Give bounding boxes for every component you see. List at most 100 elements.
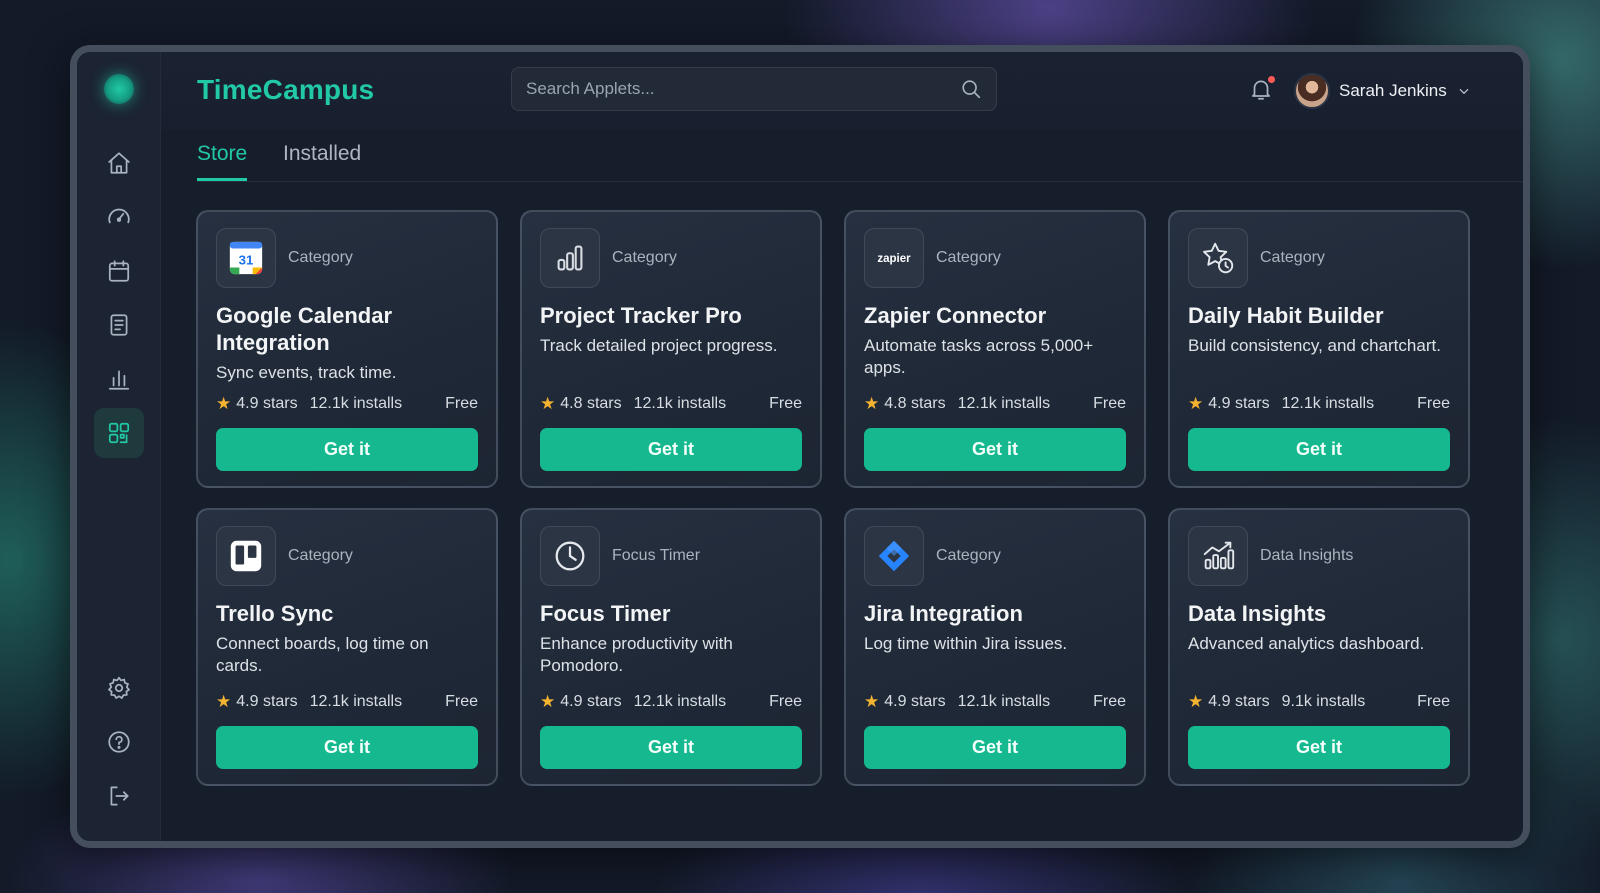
applet-card: zapier Category Zapier Connector Automat…	[844, 210, 1146, 488]
brand-title: TimeCampus	[197, 74, 375, 105]
home-icon	[107, 152, 130, 174]
main-content: TimeCampus Sarah Jenkins Store Installed	[161, 52, 1523, 841]
rating: 4.9 stars	[236, 693, 298, 710]
install-count: 12.1k installs	[633, 395, 727, 412]
install-count: 12.1k installs	[957, 693, 1051, 710]
sidebar-item-settings[interactable]	[94, 663, 144, 713]
get-it-button[interactable]: Get it	[1188, 726, 1450, 769]
install-count: 9.1k installs	[1281, 693, 1366, 710]
star-icon: ★	[540, 394, 556, 413]
applet-card: Focus Timer Focus Timer Enhance producti…	[520, 508, 822, 786]
install-count: 12.1k installs	[633, 693, 727, 710]
applet-description: Track detailed project progress.	[540, 336, 778, 355]
analytics-chart-icon	[1188, 526, 1248, 586]
rating: 4.9 stars	[1208, 693, 1270, 710]
user-menu[interactable]: Sarah Jenkins	[1294, 71, 1471, 111]
sidebar-item-applets[interactable]	[93, 408, 144, 458]
document-icon	[110, 314, 127, 336]
top-bar: TimeCampus Sarah Jenkins	[161, 52, 1523, 130]
applet-title: Data Insights	[1188, 601, 1327, 626]
bar-chart-icon	[108, 370, 129, 390]
applet-card: Category Jira Integration Log time withi…	[844, 508, 1146, 786]
apps-grid-icon	[108, 422, 129, 444]
rating: 4.8 stars	[884, 395, 946, 412]
get-it-button[interactable]: Get it	[216, 428, 478, 471]
avatar	[1294, 73, 1330, 109]
notification-button[interactable]	[1248, 76, 1276, 104]
svg-text:zapier: zapier	[877, 253, 911, 265]
price: Free	[769, 693, 802, 710]
sidebar-item-dashboard[interactable]	[94, 192, 144, 242]
tab-store[interactable]: Store	[197, 142, 248, 181]
applet-title: Jira Integration	[864, 601, 1023, 626]
bar-chart-icon	[540, 228, 600, 288]
applet-title: Daily Habit Builder	[1188, 303, 1384, 328]
price: Free	[769, 395, 802, 412]
star-clock-icon	[1188, 228, 1248, 288]
search-input[interactable]	[526, 79, 960, 99]
get-it-button[interactable]: Get it	[216, 726, 478, 769]
rating: 4.9 stars	[884, 693, 946, 710]
applet-description: Build consistency, and chartchart.	[1188, 336, 1441, 355]
get-it-button[interactable]: Get it	[1188, 428, 1450, 471]
sidebar-item-calendar[interactable]	[94, 246, 144, 296]
star-icon: ★	[1188, 394, 1204, 413]
applet-card: Category Trello Sync Connect boards, log…	[196, 508, 498, 786]
applet-meta: ★ 4.9 stars 12.1k installs Free	[216, 394, 478, 414]
jira-icon	[864, 526, 924, 586]
sidebar-item-home[interactable]	[94, 138, 144, 188]
category-label: Category	[288, 249, 353, 266]
get-it-button[interactable]: Get it	[864, 428, 1126, 471]
applet-description: Automate tasks across 5,000+ apps.	[864, 336, 1094, 377]
logout-icon	[110, 786, 129, 806]
applet-meta: ★ 4.9 stars 9.1k installs Free	[1188, 692, 1450, 712]
get-it-button[interactable]: Get it	[864, 726, 1126, 769]
get-it-button[interactable]: Get it	[540, 726, 802, 769]
trello-icon	[216, 526, 276, 586]
price: Free	[445, 693, 478, 710]
get-it-button[interactable]: Get it	[540, 428, 802, 471]
applet-title: Zapier Connector	[864, 303, 1047, 328]
user-name: Sarah Jenkins	[1339, 81, 1447, 100]
applet-card: Category Daily Habit Builder Build consi…	[1168, 210, 1470, 488]
sidebar	[77, 52, 161, 841]
sidebar-item-reports[interactable]	[94, 300, 144, 350]
rating: 4.9 stars	[560, 693, 622, 710]
star-icon: ★	[1188, 692, 1204, 711]
applet-description: Sync events, track time.	[216, 363, 397, 382]
applet-card: 31 Category Google Calendar Integration …	[196, 210, 498, 488]
install-count: 12.1k installs	[309, 395, 403, 412]
chevron-down-icon	[1459, 88, 1469, 95]
applet-description: Enhance productivity with Pomodoro.	[540, 634, 733, 675]
sidebar-item-logout[interactable]	[94, 771, 144, 821]
applet-title: Focus Timer	[540, 601, 671, 626]
category-label: Category	[288, 547, 353, 564]
applet-title: Project Tracker Pro	[540, 303, 742, 328]
star-icon: ★	[216, 692, 232, 711]
tab-installed[interactable]: Installed	[283, 142, 361, 178]
google-calendar-icon: 31	[216, 228, 276, 288]
price: Free	[1417, 395, 1450, 412]
applet-description: Advanced analytics dashboard.	[1188, 634, 1425, 653]
star-icon: ★	[216, 394, 232, 413]
category-label: Category	[936, 249, 1001, 266]
search-icon[interactable]	[960, 78, 982, 100]
rating: 4.9 stars	[1208, 395, 1270, 412]
dashboard-gauge-icon	[107, 208, 130, 224]
price: Free	[1093, 395, 1126, 412]
rating: 4.8 stars	[560, 395, 622, 412]
zapier-logo: zapier	[864, 228, 924, 288]
applet-meta: ★ 4.9 stars 12.1k installs Free	[216, 692, 478, 712]
search-bar[interactable]	[511, 67, 997, 111]
price: Free	[1093, 693, 1126, 710]
applet-grid: 31 Category Google Calendar Integration …	[196, 210, 1470, 786]
applet-meta: ★ 4.8 stars 12.1k installs Free	[864, 394, 1126, 414]
category-label: Category	[936, 547, 1001, 564]
sidebar-item-analytics[interactable]	[94, 354, 144, 404]
applet-description: Connect boards, log time on cards.	[216, 634, 429, 675]
clock-icon	[540, 526, 600, 586]
applet-title: Trello Sync	[216, 601, 334, 626]
sidebar-item-help[interactable]	[94, 717, 144, 767]
help-icon	[107, 731, 130, 753]
rating: 4.9 stars	[236, 395, 298, 412]
